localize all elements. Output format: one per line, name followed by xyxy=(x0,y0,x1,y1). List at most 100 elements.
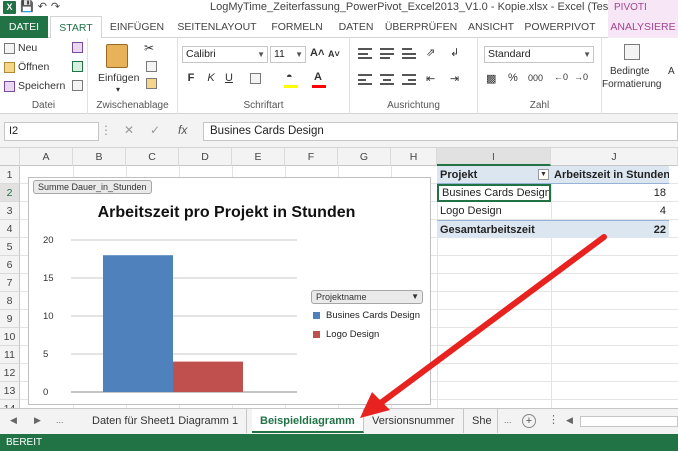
formula-input[interactable]: Busines Cards Design xyxy=(203,122,678,141)
next-sheet-icon[interactable]: ▶ xyxy=(34,415,41,426)
tab-einfuegen[interactable]: EINFÜGEN xyxy=(106,16,168,38)
prev-sheet-icon[interactable]: ◀ xyxy=(10,415,17,426)
tab-datei[interactable]: DATEI xyxy=(0,16,48,38)
chart-bar[interactable] xyxy=(173,361,243,392)
tab-powerpivot[interactable]: POWERPIVOT xyxy=(524,16,596,38)
column-header[interactable]: J xyxy=(551,148,678,166)
row-header[interactable]: 12 xyxy=(0,364,20,382)
copy-icon[interactable] xyxy=(146,61,157,72)
legend-item[interactable]: Busines Cards Design xyxy=(313,310,420,321)
tab-formeln[interactable]: FORMELN xyxy=(266,16,328,38)
row-header[interactable]: 13 xyxy=(0,382,20,400)
row-header[interactable]: 9 xyxy=(0,310,20,328)
row-header[interactable]: 1 xyxy=(0,166,20,184)
pivot-header-hours[interactable]: Arbeitszeit in Stunden xyxy=(551,166,669,184)
sheet-tab[interactable]: Daten für Sheet1 Diagramm 1 xyxy=(84,409,248,433)
row-header[interactable]: 6 xyxy=(0,256,20,274)
pivot-row-label[interactable]: Logo Design xyxy=(437,202,551,220)
pivot-header-project[interactable]: Projekt ▼ xyxy=(437,166,551,184)
bold-button[interactable]: F xyxy=(184,72,198,84)
insert-function-button[interactable]: fx xyxy=(178,123,187,137)
column-header[interactable]: F xyxy=(285,148,338,166)
chart-bar[interactable] xyxy=(103,255,173,392)
font-color-icon[interactable]: A xyxy=(314,71,322,83)
column-header[interactable]: C xyxy=(126,148,179,166)
format-as-table-button[interactable]: A xyxy=(668,66,675,77)
column-header[interactable]: A xyxy=(20,148,73,166)
borders-icon[interactable] xyxy=(250,73,261,84)
tab-daten[interactable]: DATEN xyxy=(332,16,380,38)
fill-color-icon[interactable]: ◓ xyxy=(286,71,293,83)
currency-icon[interactable]: ▩ xyxy=(486,72,496,85)
italic-button[interactable]: K xyxy=(204,72,218,84)
font-size-dropdown[interactable]: 11 ▼ xyxy=(270,46,306,63)
pivot-chart[interactable]: Summe Dauer_in_Stunden Arbeitszeit pro P… xyxy=(28,177,431,405)
tab-seitenlayout[interactable]: SEITENLAYOUT xyxy=(172,16,262,38)
pivot-row-value[interactable]: 18 xyxy=(551,184,669,202)
decrease-indent-icon[interactable]: ⇤ xyxy=(426,72,435,85)
tab-ueberpruefen[interactable]: ÜBERPRÜFEN xyxy=(384,16,458,38)
enter-icon[interactable]: ✓ xyxy=(150,123,160,137)
row-header[interactable]: 3 xyxy=(0,202,20,220)
column-header[interactable]: H xyxy=(391,148,437,166)
merge-cells-icon[interactable]: ⇥ xyxy=(450,72,459,85)
sheet-tab-active[interactable]: Beispieldiagramm xyxy=(252,409,364,433)
add-sheet-icon[interactable]: + xyxy=(522,414,536,428)
split-handle-icon[interactable]: ⋮ xyxy=(548,413,559,426)
shrink-font-icon[interactable]: A˅ xyxy=(328,49,340,59)
sheet-tab[interactable]: Versionsnummer xyxy=(364,409,464,433)
undo-icon[interactable]: ↶ xyxy=(38,1,47,14)
grow-font-icon[interactable]: A˄ xyxy=(310,47,324,59)
column-header[interactable]: G xyxy=(338,148,391,166)
number-format-dropdown[interactable]: Standard ▼ xyxy=(484,46,594,63)
underline-button[interactable]: U xyxy=(222,72,236,84)
legend-field-button[interactable]: Projektname ▼ xyxy=(311,290,423,304)
row-header[interactable]: 2 xyxy=(0,184,20,202)
share-icon[interactable] xyxy=(72,61,83,72)
legend-item[interactable]: Logo Design xyxy=(313,329,379,340)
tab-ansicht[interactable]: ANSICHT xyxy=(462,16,520,38)
name-box[interactable]: I2 xyxy=(4,122,99,141)
column-header[interactable]: D xyxy=(179,148,232,166)
pivot-total-label[interactable]: Gesamtarbeitszeit xyxy=(437,220,551,238)
horizontal-scrollbar[interactable] xyxy=(580,416,678,427)
sheet-tab[interactable]: She xyxy=(468,409,498,433)
row-header[interactable]: 14 xyxy=(0,400,20,408)
row-header[interactable]: 4 xyxy=(0,220,20,238)
tab-start[interactable]: START xyxy=(50,16,102,39)
save-as-icon[interactable] xyxy=(72,42,83,53)
cancel-icon[interactable]: ✕ xyxy=(124,123,134,137)
orientation-icon[interactable]: ⇗ xyxy=(426,46,435,59)
column-header[interactable]: E xyxy=(232,148,285,166)
new-button[interactable]: Neu xyxy=(4,42,37,54)
format-painter-icon[interactable] xyxy=(146,78,157,89)
percent-button[interactable]: % xyxy=(508,72,518,84)
cut-icon[interactable]: ✂ xyxy=(144,41,154,55)
column-header[interactable]: B xyxy=(73,148,126,166)
more-sheets-right[interactable]: ... xyxy=(504,415,512,425)
align-center-icon[interactable] xyxy=(380,74,394,85)
align-middle-icon[interactable] xyxy=(380,48,394,59)
decrease-decimal-icon[interactable]: →0 xyxy=(574,72,588,82)
row-header[interactable]: 10 xyxy=(0,328,20,346)
conditional-formatting-icon[interactable] xyxy=(624,44,640,60)
conditional-formatting-button[interactable]: Bedingte xyxy=(610,66,649,77)
align-bottom-icon[interactable] xyxy=(402,48,416,59)
scroll-left-icon[interactable]: ◀ xyxy=(566,415,573,426)
row-header[interactable]: 11 xyxy=(0,346,20,364)
paste-dropdown-icon[interactable]: ▾ xyxy=(116,85,120,94)
row-header[interactable]: 8 xyxy=(0,292,20,310)
select-all-corner[interactable] xyxy=(0,148,20,166)
save-button[interactable]: Speichern xyxy=(4,80,65,92)
increase-decimal-icon[interactable]: ←0 xyxy=(554,72,568,82)
align-left-icon[interactable] xyxy=(358,74,372,85)
more-sheets-left[interactable]: ... xyxy=(56,415,64,425)
row-header[interactable]: 7 xyxy=(0,274,20,292)
redo-icon[interactable]: ↷ xyxy=(51,1,60,14)
tab-analysieren[interactable]: ANALYSIERE xyxy=(608,16,678,38)
column-header[interactable]: I xyxy=(437,148,551,166)
save-icon[interactable]: 💾 xyxy=(20,1,34,14)
row-header[interactable]: 5 xyxy=(0,238,20,256)
wrap-text-icon[interactable]: ↲ xyxy=(450,46,459,59)
paste-button[interactable]: Einfügen xyxy=(98,72,139,84)
